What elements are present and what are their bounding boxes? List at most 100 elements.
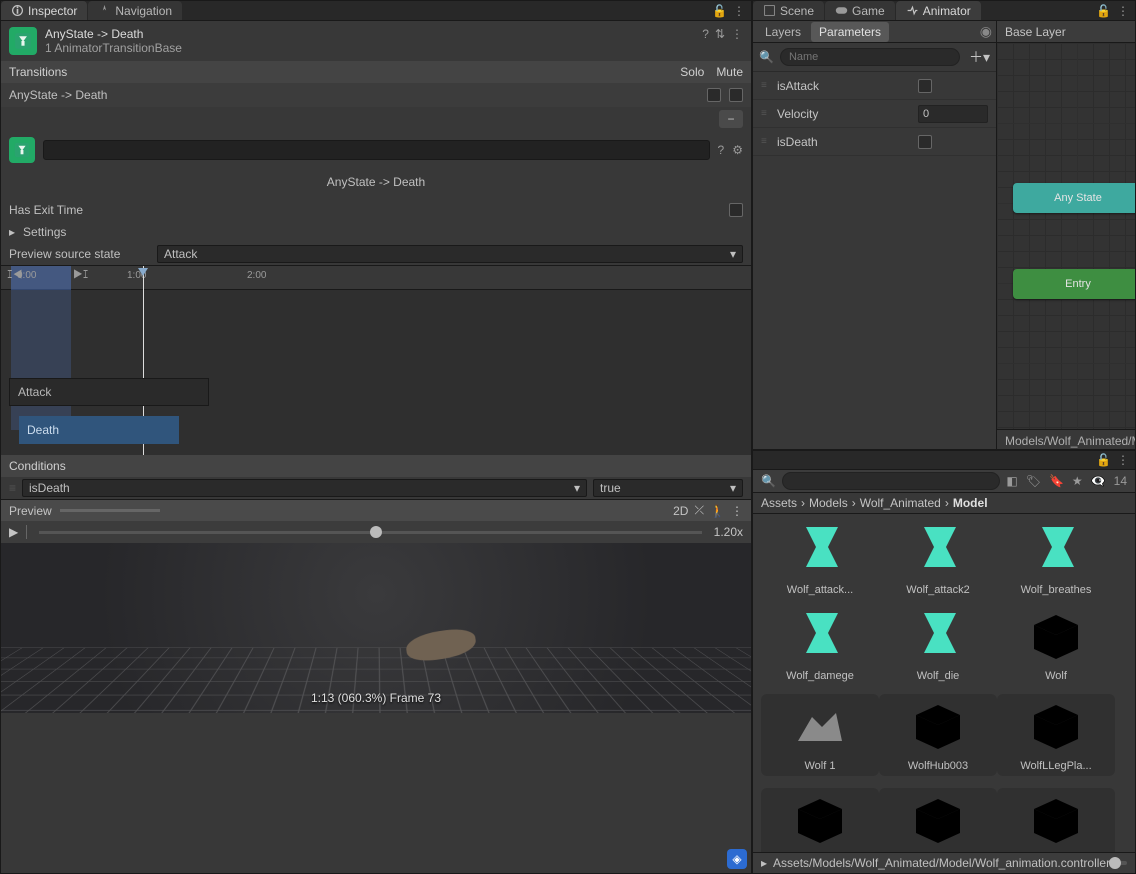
transition-name-field[interactable] <box>43 140 710 160</box>
visibility-icon[interactable]: ◉ <box>980 23 992 40</box>
param-float-field[interactable] <box>918 105 988 123</box>
play-button[interactable]: ▶ <box>9 525 18 539</box>
preview-source-dropdown[interactable]: Attack▾ <box>157 245 743 263</box>
remove-transition-button[interactable]: − <box>719 110 743 128</box>
tab-inspector[interactable]: Inspector <box>1 1 87 20</box>
drag-handle-icon[interactable]: ≡ <box>761 108 771 119</box>
has-exit-time-checkbox[interactable] <box>729 203 743 217</box>
project-search-input[interactable] <box>782 472 1000 490</box>
transition-timeline[interactable]: ꕯ◀ 0:00 ▶ꕯ 1:00 2:00 Attack Death <box>1 265 751 455</box>
avatar-icon[interactable]: 🚶 <box>710 504 725 518</box>
preview-viewport[interactable]: 1:13 (060.3%) Frame 73 <box>1 543 751 713</box>
transition-icon <box>9 27 37 55</box>
timeline-end-handle[interactable]: ▶ꕯ <box>73 269 88 282</box>
param-row[interactable]: ≡ isAttack <box>753 72 996 100</box>
state-node-anystate[interactable]: Any State <box>1013 183 1136 213</box>
asset-item[interactable]: Wolf 1 <box>761 694 879 776</box>
lock-icon[interactable]: 🔓 <box>712 4 727 18</box>
breadcrumb-part[interactable]: Models <box>809 496 848 510</box>
asset-item[interactable]: WolfRLegPla... <box>879 788 997 852</box>
kebab-icon[interactable]: ⋮ <box>1117 4 1129 18</box>
lock-icon[interactable]: 🔓 <box>1096 4 1111 18</box>
tab-navigation[interactable]: Navigation <box>88 1 182 20</box>
breadcrumb-part[interactable]: Model <box>953 496 988 510</box>
help-icon[interactable]: ? <box>702 27 709 41</box>
drag-handle-icon[interactable]: ≡ <box>9 481 16 495</box>
param-label: Velocity <box>777 107 912 121</box>
kebab-icon[interactable]: ⋮ <box>1117 453 1129 467</box>
preview-time-slider[interactable] <box>60 509 160 512</box>
breadcrumb-part[interactable]: Wolf_Animated <box>860 496 941 510</box>
inspector-title: AnyState -> Death <box>45 27 694 41</box>
transition-icon <box>9 137 35 163</box>
animator-breadcrumb[interactable]: Base Layer <box>1005 25 1066 39</box>
gear-icon[interactable]: ⚙ <box>732 143 743 157</box>
breadcrumb-part[interactable]: Assets <box>761 496 797 510</box>
kebab-icon[interactable]: ⋮ <box>731 27 743 41</box>
animator-graph-canvas[interactable]: Any State Entry Death Blend Tree Attack <box>997 43 1136 429</box>
asset-item[interactable]: Wolf_damege <box>761 608 879 682</box>
asset-item[interactable]: Wolf_attack... <box>761 522 879 596</box>
type-filter-icon[interactable]: 🔖 <box>1049 474 1064 488</box>
param-bool-checkbox[interactable] <box>918 79 932 93</box>
asset-item[interactable]: Wolf_breathes <box>997 522 1115 596</box>
chevron-down-icon: ▾ <box>730 247 736 261</box>
project-grid[interactable]: Wolf_attack... Wolf_attack2 Wolf_breathe… <box>753 514 1135 852</box>
kebab-icon[interactable]: ⋮ <box>733 4 745 18</box>
tab-game[interactable]: Game <box>825 1 895 20</box>
settings-foldout[interactable]: ▸ Settings <box>1 221 751 243</box>
timeline-mark: 2:00 <box>247 270 266 281</box>
blend-region[interactable] <box>11 290 71 430</box>
param-row[interactable]: ≡ isDeath <box>753 128 996 156</box>
speed-label: 1.20x <box>714 525 743 539</box>
asset-item[interactable]: WolfRLegPla... <box>997 788 1115 852</box>
timeline-mark: 0:00 <box>17 270 36 281</box>
solo-checkbox[interactable] <box>707 88 721 102</box>
mute-header: Mute <box>716 65 743 79</box>
preview-caption: 1:13 (060.3%) Frame 73 <box>311 691 441 705</box>
condition-value-dropdown[interactable]: true▾ <box>593 479 743 497</box>
speed-slider[interactable] <box>39 531 701 534</box>
hidden-icon[interactable]: 👁‍🗨 <box>1091 474 1106 488</box>
tab-animator[interactable]: Animator <box>896 1 981 20</box>
project-breadcrumb[interactable]: Assets› Models› Wolf_Animated› Model <box>753 493 1135 514</box>
asset-item[interactable]: WolfLLegPla... <box>997 694 1115 776</box>
parameter-search-input[interactable] <box>780 48 960 66</box>
subtab-parameters[interactable]: Parameters <box>811 22 889 42</box>
condition-param-dropdown[interactable]: isDeath▾ <box>22 479 587 497</box>
thumbnail-size-slider[interactable] <box>1116 861 1127 865</box>
kebab-icon[interactable]: ⋮ <box>731 504 743 518</box>
transition-list-item[interactable]: AnyState -> Death <box>1 83 751 107</box>
lock-icon[interactable]: 🔓 <box>1096 453 1111 467</box>
asset-item[interactable]: Wolf_die <box>879 608 997 682</box>
state-node-entry[interactable]: Entry <box>1013 269 1136 299</box>
pivot-icon[interactable]: ⤫ <box>694 503 704 518</box>
preset-icon[interactable]: ⇅ <box>715 27 725 41</box>
filter-icon[interactable]: ◧ <box>1006 474 1017 488</box>
animator-panel: Scene Game Animator 🔓 ⋮ Layers Parameter… <box>752 0 1136 450</box>
add-parameter-button[interactable]: ＋▾ <box>966 47 990 67</box>
2d-toggle[interactable]: 2D <box>673 504 688 518</box>
chevron-down-icon: ▾ <box>574 481 580 495</box>
favorite-icon[interactable]: ★ <box>1072 474 1083 488</box>
subtab-layers[interactable]: Layers <box>757 22 809 42</box>
timeline-dest-clip[interactable]: Death <box>19 416 179 444</box>
param-bool-checkbox[interactable] <box>918 135 932 149</box>
param-label: isAttack <box>777 79 912 93</box>
asset-item[interactable]: Wolf_attack2 <box>879 522 997 596</box>
expand-icon[interactable]: ▸ <box>761 856 767 870</box>
drag-handle-icon[interactable]: ≡ <box>761 80 771 91</box>
asset-item[interactable]: WolfLLegPla... <box>761 788 879 852</box>
asset-item[interactable]: WolfHub003 <box>879 694 997 776</box>
asset-item[interactable]: Wolf <box>997 608 1115 682</box>
mute-checkbox[interactable] <box>729 88 743 102</box>
chevron-right-icon: › <box>801 496 805 510</box>
preview-label: Preview <box>9 504 52 518</box>
param-row[interactable]: ≡ Velocity <box>753 100 996 128</box>
label-filter-icon[interactable]: 🏷 <box>1026 474 1041 488</box>
timeline-source-clip[interactable]: Attack <box>9 378 209 406</box>
help-icon[interactable]: ? <box>718 143 725 157</box>
tab-scene[interactable]: Scene <box>753 1 824 20</box>
asset-label-icon[interactable] <box>727 849 747 869</box>
drag-handle-icon[interactable]: ≡ <box>761 136 771 147</box>
